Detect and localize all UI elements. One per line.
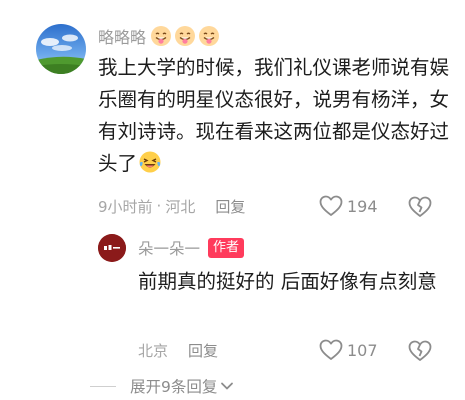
comment-location: 河北 (165, 197, 196, 216)
expand-replies-label: 展开9条回复 (130, 378, 218, 396)
commenter-avatar[interactable] (36, 24, 86, 74)
meta-separator: · (156, 197, 162, 215)
reply-username-row: 朵一朵一 作者 (138, 236, 245, 260)
tongue-face-emoji-icon (151, 26, 172, 46)
reply-body: 前期真的挺好的 后面好像有点刻意 (138, 270, 437, 293)
reply-avatar[interactable] (98, 234, 126, 262)
expand-divider (90, 385, 116, 387)
commenter-username[interactable]: 略略略 (98, 24, 146, 48)
reply-meta: 北京 回复 (138, 338, 218, 362)
heart-icon (319, 339, 343, 360)
comment-time: 9小时前 (98, 197, 153, 216)
comment-thread: 略略略 我上大学的时候，我们礼仪课老师说有娱乐圈有的明星仪态很好，说男有杨洋，女… (0, 0, 465, 400)
chevron-down-icon (221, 382, 234, 390)
heart-icon (319, 195, 343, 216)
like-button[interactable]: 194 (319, 192, 378, 220)
commenter-username-row: 略略略 (98, 24, 220, 48)
broken-heart-icon[interactable] (407, 193, 433, 219)
reply-location: 北京 (138, 341, 169, 360)
reply-reply-button[interactable]: 回复 (188, 340, 218, 361)
comment-body: 我上大学的时候，我们礼仪课老师说有娱乐圈有的明星仪态很好，说男有杨洋，女有刘诗诗… (98, 52, 453, 180)
author-badge: 作者 (208, 238, 245, 258)
like-count: 194 (347, 196, 378, 216)
comment-meta: 9小时前 · 河北 回复 (98, 194, 245, 218)
reply-like-count: 107 (347, 340, 378, 360)
expand-replies-button[interactable]: 展开9条回复 (90, 374, 234, 398)
reply-button[interactable]: 回复 (215, 196, 245, 217)
reply-like-button[interactable]: 107 (319, 336, 378, 364)
broken-heart-icon[interactable] (407, 337, 433, 363)
username-emoji-row (150, 25, 220, 47)
reply-username[interactable]: 朵一朵一 (138, 237, 200, 259)
tongue-face-emoji-icon (199, 26, 220, 46)
tongue-face-emoji-icon (175, 26, 196, 46)
laughing-tears-emoji-icon (139, 151, 161, 173)
